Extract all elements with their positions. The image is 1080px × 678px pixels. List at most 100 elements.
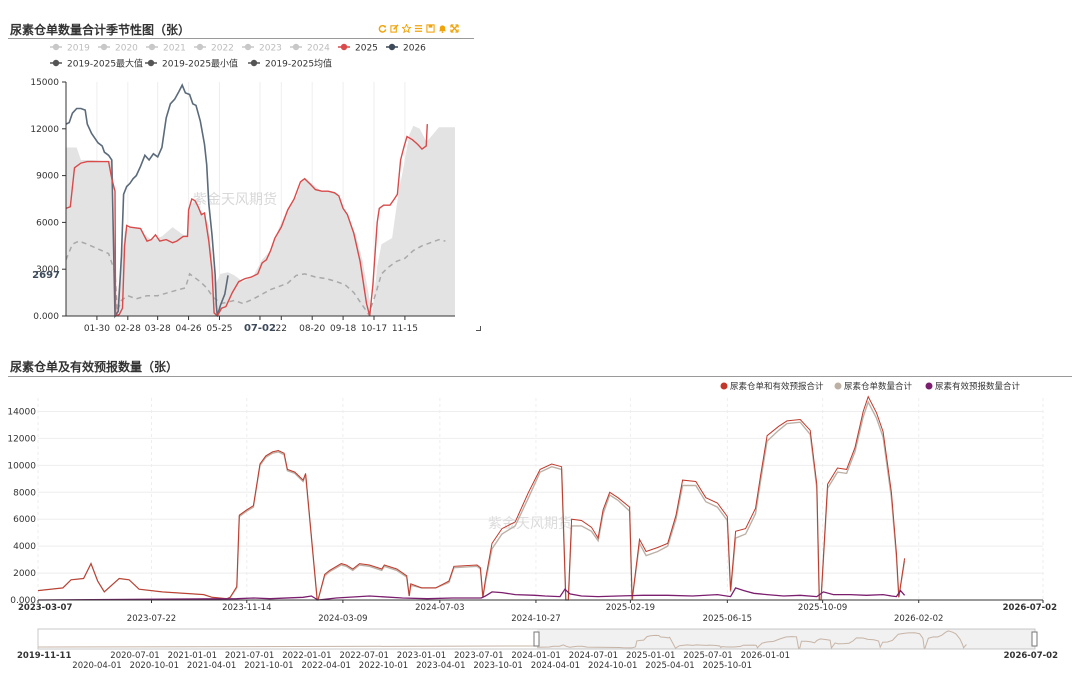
y-tick-label: 9000 — [36, 172, 59, 182]
legend-item-尿素有效预报数量合计[interactable]: 尿素有效预报数量合计 — [925, 381, 1021, 392]
zoom-tick-label: 2021-04-01 — [187, 661, 236, 671]
legend-label: 2021 — [163, 44, 186, 54]
series-range-band — [66, 125, 455, 316]
legend-item-2026[interactable]: 2026 — [386, 44, 426, 54]
zoom-tick-label: 2022-01-01 — [282, 651, 331, 661]
legend-dot — [388, 43, 396, 51]
zoom-tick-label: 2020-04-01 — [72, 661, 121, 671]
zoom-tick-label: 2024-07-01 — [569, 651, 618, 661]
zoom-tick-label: 2023-01-01 — [397, 651, 446, 661]
zoom-tick-label: 2021-07-01 — [225, 651, 274, 661]
legend-dot — [148, 43, 156, 51]
legend-label: 2026 — [403, 44, 426, 54]
x-tick-label: 2025-02-19 — [606, 603, 655, 613]
x-tick-label: 04-26 — [175, 324, 201, 334]
legend-dot — [147, 59, 155, 67]
x-tick-label: 07-02 — [244, 323, 276, 334]
watermark: 紫金天风期货 — [488, 515, 572, 532]
seasonal-chart: 2019 2020 2021 2022 2023 2024 2025 2026 2019-202… — [30, 44, 455, 334]
legend-dot — [834, 382, 842, 390]
legend-label: 2019-2025最大值 — [67, 58, 143, 70]
x-tick-label: 05-25 — [206, 324, 232, 334]
legend-dot — [100, 43, 108, 51]
legend-dot — [720, 382, 728, 390]
y-tick-label: 2000 — [13, 569, 36, 579]
legend-label: 2019-2025最小值 — [162, 58, 238, 70]
zoom-tick-label: 2023-07-01 — [454, 651, 503, 661]
x-tick-label: 2024-03-09 — [318, 614, 367, 624]
legend-item-2022[interactable]: 2022 — [194, 44, 234, 54]
x-tick-label: 01-30 — [84, 324, 110, 334]
seasonal-panel: 尿素仓单数量合计季节性图（张） 2019 2020 2021 2022 2023 2024… — [0, 12, 483, 334]
legend-label: 尿素仓单数量合计 — [844, 381, 913, 392]
y-tick-label: 6000 — [13, 515, 36, 525]
legend-item-2019-2025最小值[interactable]: 2019-2025最小值 — [145, 58, 238, 70]
series-forecast-line — [37, 587, 906, 601]
zoom-tick-label: 2021-10-01 — [244, 661, 293, 671]
zoom-tick-label: 2021-01-01 — [168, 651, 217, 661]
legend-dot — [52, 43, 60, 51]
x-tick-label: 2023-11-14 — [222, 603, 271, 613]
legend-label: 2019-2025均值 — [265, 58, 332, 70]
series-combined-line — [37, 395, 906, 601]
legend-dot — [250, 59, 258, 67]
zoom-handle-end[interactable] — [1031, 631, 1038, 647]
legend-dot — [292, 43, 300, 51]
legend-label: 2022 — [211, 44, 234, 54]
zoom-tick-label: 2024-01-01 — [511, 651, 560, 661]
x-tick-label: 10-17 — [361, 324, 387, 334]
zoom-tick-label: 2020-07-01 — [110, 651, 159, 661]
zoom-tick-label: 2022-10-01 — [359, 661, 408, 671]
legend-item-2025[interactable]: 2025 — [338, 44, 378, 54]
legend-label: 2020 — [115, 44, 138, 54]
x-tick-label: 2023-07-22 — [127, 614, 176, 624]
zoom-start-label: 2019-11-11 — [17, 651, 71, 661]
combined-chart: 尿素仓单和有效预报合计 尿素仓单数量合计 尿素有效预报数量合计紫金天风期货0.000… — [7, 381, 1058, 671]
x-tick-label: 2024-10-27 — [511, 614, 560, 624]
zoom-tick-label: 2020-10-01 — [130, 661, 179, 671]
legend-item-2019-2025均值[interactable]: 2019-2025均值 — [248, 58, 332, 70]
legend-item-尿素仓单和有效预报合计[interactable]: 尿素仓单和有效预报合计 — [720, 381, 825, 392]
watermark: 紫金天风期货 — [193, 191, 277, 208]
x-tick-label: 2025-10-09 — [798, 603, 847, 613]
legend-item-2019[interactable]: 2019 — [50, 44, 90, 54]
x-tick-label: 2025-06-15 — [703, 614, 752, 624]
zoom-tick-label: 2026-01-01 — [741, 651, 790, 661]
combined-panel: 尿素仓单及有效预报数量（张） 尿素仓单和有效预报合计 尿素仓单数量合计 尿素有效预报… — [0, 348, 1080, 678]
x-tick-label: 09-18 — [330, 324, 356, 334]
legend-item-2020[interactable]: 2020 — [98, 44, 138, 54]
series-warehouse-line — [37, 400, 906, 601]
zoom-tick-label: 2025-01-01 — [626, 651, 675, 661]
zoom-tick-label: 2022-04-01 — [301, 661, 350, 671]
legend-label: 尿素有效预报数量合计 — [935, 381, 1021, 392]
legend-item-2019-2025最大值[interactable]: 2019-2025最大值 — [50, 58, 143, 70]
seasonal-resize-handle[interactable] — [476, 326, 481, 331]
legend-item-2023[interactable]: 2023 — [242, 44, 282, 54]
legend-dot — [52, 59, 60, 67]
y-tick-label: 12000 — [7, 434, 36, 444]
x-tick-label: 2024-07-03 — [415, 603, 464, 613]
zoom-handle-start[interactable] — [533, 631, 540, 647]
legend-item-2021[interactable]: 2021 — [146, 44, 186, 54]
zoom-tick-label: 2023-04-01 — [416, 661, 465, 671]
zoom-tick-label: 2024-04-01 — [531, 661, 580, 671]
legend-item-尿素仓单数量合计[interactable]: 尿素仓单数量合计 — [834, 381, 913, 392]
legend-label: 尿素仓单和有效预报合计 — [730, 381, 824, 392]
x-tick-label: 2026-07-02 — [1003, 603, 1057, 613]
legend-dot — [244, 43, 252, 51]
y-tick-label: 15000 — [30, 78, 59, 88]
zoom-tick-label: 2025-07-01 — [683, 651, 732, 661]
y-tick-label: 12000 — [30, 125, 59, 135]
legend-label: 2019 — [67, 44, 90, 54]
x-tick-label: 03-28 — [145, 324, 171, 334]
y-tick-label: 10000 — [7, 461, 36, 471]
zoom-tick-label: 2025-10-01 — [703, 661, 752, 671]
x-tick-label: 22 — [276, 324, 287, 334]
x-tick-label: 08-20 — [299, 324, 325, 334]
zoom-end-label: 2026-07-02 — [1004, 651, 1058, 661]
legend-dot — [196, 43, 204, 51]
y-marker-label: 2697 — [32, 270, 60, 281]
x-tick-label: 2026-02-02 — [894, 614, 943, 624]
y-tick-label: 4000 — [13, 542, 36, 552]
legend-item-2024[interactable]: 2024 — [290, 44, 330, 54]
